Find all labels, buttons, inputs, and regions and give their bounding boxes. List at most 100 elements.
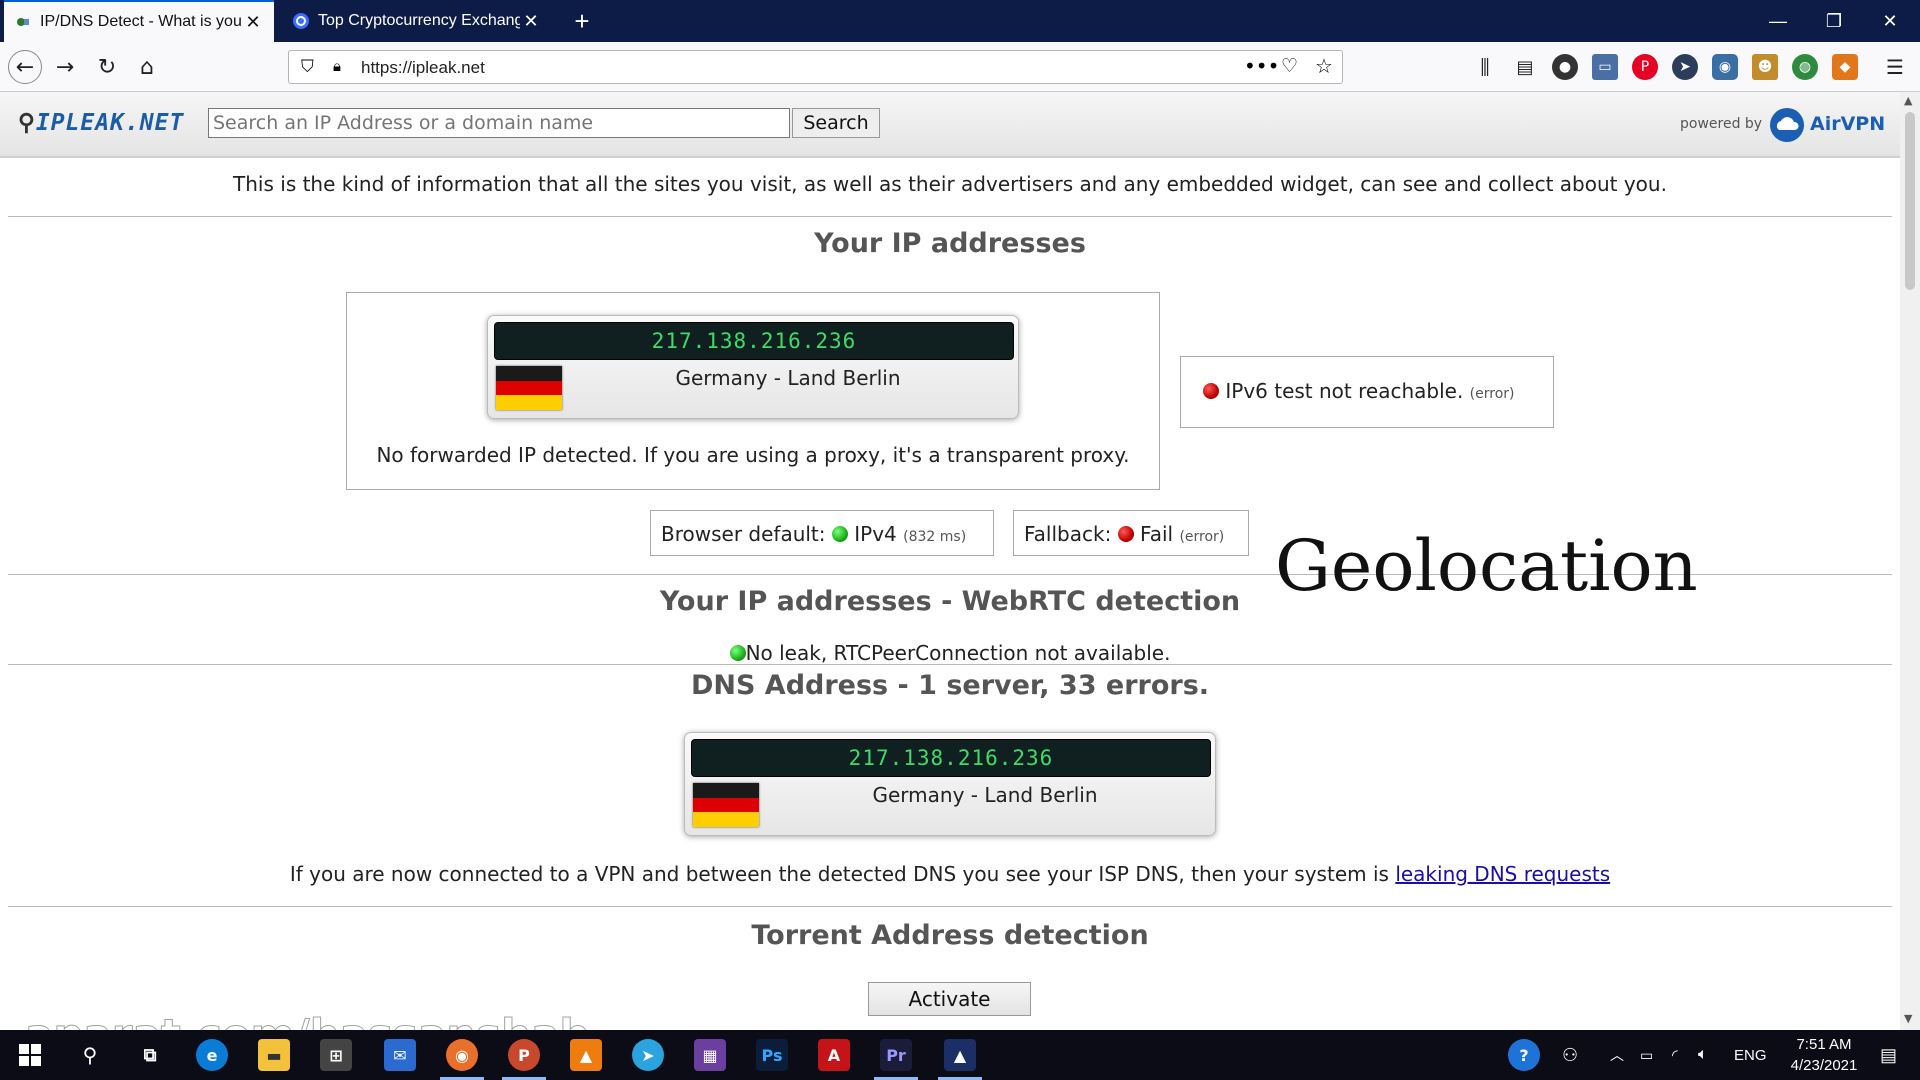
edge-icon[interactable]: e xyxy=(196,1039,228,1071)
pocket-icon[interactable]: ♡ xyxy=(1281,55,1298,77)
windows-start-icon[interactable] xyxy=(14,1039,46,1071)
webrtc-section-title: Your IP addresses - WebRTC detection xyxy=(659,586,1241,617)
dns-ip-address[interactable]: 217.138.216.236 xyxy=(691,739,1211,777)
powerpoint-icon[interactable]: P xyxy=(502,1039,546,1080)
close-tab-icon[interactable]: ✕ xyxy=(242,12,264,33)
ipv6-text: IPv6 test not reachable. xyxy=(1225,379,1464,403)
back-button[interactable]: ← xyxy=(8,50,42,84)
premiere-icon[interactable]: Pr xyxy=(874,1039,918,1080)
wifi-icon[interactable]: ◜ xyxy=(1672,1030,1678,1080)
logo-text: IPLEAK.NET xyxy=(35,110,185,136)
ip-section-title: Your IP addresses xyxy=(814,228,1086,259)
lock-icon[interactable]: 🔒︎ xyxy=(333,57,341,75)
scroll-down-icon[interactable]: ▼ xyxy=(1904,1012,1912,1025)
ok-dot-icon xyxy=(831,526,848,542)
torrent-section-title: Torrent Address detection xyxy=(751,920,1149,951)
taskbar: ⚲ ⧉ e ▬ ⊞ ✉ ◉ P ▲ ➤ ▦ Ps A Pr ▲ ? ⚇ ︿ ▭ … xyxy=(0,1030,1920,1080)
close-tab-icon[interactable]: ✕ xyxy=(520,11,542,32)
tab-ipleak[interactable]: IP/DNS Detect - What is your IP ✕ xyxy=(4,0,274,42)
restore-button[interactable]: ❐ xyxy=(1806,0,1862,42)
file-explorer-icon[interactable]: ▬ xyxy=(258,1039,290,1071)
tray-chevron-icon[interactable]: ︿ xyxy=(1610,1030,1624,1080)
forwarded-ip-note: No forwarded IP detected. If you are usi… xyxy=(376,443,1130,467)
store-icon[interactable]: ⊞ xyxy=(320,1039,352,1071)
reload-icon: ↻ xyxy=(97,54,117,80)
browser-default-label: Browser default: xyxy=(661,522,826,546)
search-input[interactable] xyxy=(208,108,790,138)
dns-section-title: DNS Address - 1 server, 33 errors. xyxy=(690,670,1210,701)
globe-extension-icon[interactable]: ◍ xyxy=(1792,54,1818,80)
camera-extension-icon[interactable]: ◉ xyxy=(1712,54,1738,80)
minimize-button[interactable]: — xyxy=(1750,0,1806,42)
dns-card: 217.138.216.236 Germany - Land Berlin xyxy=(684,732,1216,836)
task-view-icon[interactable]: ⧉ xyxy=(134,1039,166,1071)
ip-address[interactable]: 217.138.216.236 xyxy=(494,322,1014,360)
airvpn-cloud-icon[interactable] xyxy=(1770,108,1804,142)
dns-location: Germany - Land Berlin xyxy=(872,783,1098,807)
search-icon[interactable]: ⚲ xyxy=(74,1039,106,1071)
vlc-icon[interactable]: ▲ xyxy=(570,1039,602,1071)
menu-hamburger-icon[interactable]: ☰ xyxy=(1878,50,1912,84)
scroll-thumb[interactable] xyxy=(1905,112,1915,290)
webrtc-status: No leak, RTCPeerConnection not available… xyxy=(0,641,1900,665)
help-icon[interactable]: ? xyxy=(1508,1039,1540,1071)
airvpn-brand[interactable]: AirVPN xyxy=(1810,113,1885,135)
shield-icon[interactable]: ⛉ xyxy=(301,57,314,77)
back-arrow-icon: ← xyxy=(15,54,35,80)
acrobat-icon[interactable]: A xyxy=(818,1039,850,1071)
powered-by-label: powered by xyxy=(1680,116,1763,132)
search-button[interactable]: Search xyxy=(792,108,880,138)
library-icon[interactable]: ⫼ xyxy=(1468,50,1502,84)
page-scrollbar[interactable]: ▲ ▼ xyxy=(1900,92,1920,1030)
scroll-up-icon[interactable]: ▲ xyxy=(1904,94,1912,107)
photoshop-icon[interactable]: Ps xyxy=(756,1039,788,1071)
intro-text: This is the kind of information that all… xyxy=(233,172,1667,196)
home-icon: ⌂ xyxy=(140,54,154,80)
pinterest-icon[interactable]: P xyxy=(1632,54,1658,80)
cursor-extension-icon[interactable]: ➤ xyxy=(1672,54,1698,80)
forward-button[interactable]: → xyxy=(48,50,82,84)
url-bar[interactable]: ⛉ 🔒︎ https://ipleak.net ••• ♡ ☆ xyxy=(288,50,1343,84)
activate-button[interactable]: Activate xyxy=(868,982,1031,1016)
extension-card-icon[interactable]: ▭ xyxy=(1592,54,1618,80)
leaking-dns-link[interactable]: leaking DNS requests xyxy=(1395,862,1610,886)
clock[interactable]: 7:51 AM 4/23/2021 xyxy=(1776,1030,1872,1080)
ipleak-logo[interactable]: ⚲IPLEAK.NET xyxy=(18,110,184,136)
magnifier-logo-icon: ⚲ xyxy=(18,110,36,136)
bookmark-star-icon[interactable]: ☆ xyxy=(1315,54,1333,78)
account-icon[interactable]: ● xyxy=(1552,54,1578,80)
notifications-icon[interactable]: ▤ xyxy=(1880,1030,1897,1080)
ip-location: Germany - Land Berlin xyxy=(675,366,901,390)
tab-title: IP/DNS Detect - What is your IP xyxy=(40,13,242,30)
metamask-fox-icon[interactable]: ◆ xyxy=(1832,54,1858,80)
close-window-button[interactable]: ✕ xyxy=(1862,0,1918,42)
tab-strip: IP/DNS Detect - What is your IP ✕ Top Cr… xyxy=(0,0,1920,42)
face-extension-icon[interactable]: ☻ xyxy=(1752,54,1778,80)
error-dot-icon xyxy=(1203,383,1219,399)
error-dot-icon xyxy=(1117,526,1134,542)
ipv6-error: (error) xyxy=(1469,386,1515,402)
ip-card: 217.138.216.236 Germany - Land Berlin xyxy=(487,315,1019,419)
page-actions-icon[interactable]: ••• xyxy=(1244,54,1279,78)
telegram-icon[interactable]: ➤ xyxy=(632,1039,664,1071)
fallback-detail: (error) xyxy=(1179,529,1225,545)
sidebar-icon[interactable]: ▤ xyxy=(1508,50,1542,84)
battery-icon[interactable]: ▭ xyxy=(1640,1030,1653,1080)
ipv6-status: IPv6 test not reachable. (error) xyxy=(1203,379,1515,403)
vpn-app-icon[interactable]: ▲ xyxy=(938,1039,982,1080)
home-button[interactable]: ⌂ xyxy=(130,50,164,84)
language-indicator[interactable]: ENG xyxy=(1734,1030,1767,1080)
people-icon[interactable]: ⚇ xyxy=(1562,1030,1578,1080)
tab-crypto[interactable]: Top Cryptocurrency Exchanges ✕ xyxy=(282,0,552,42)
ipleak-favicon-icon xyxy=(17,18,29,26)
navigation-bar: ← → ↻ ⌂ ⛉ 🔒︎ https://ipleak.net ••• ♡ ☆ … xyxy=(0,42,1920,92)
winrar-icon[interactable]: ▦ xyxy=(694,1039,726,1071)
volume-icon[interactable]: 🔈︎ xyxy=(1698,1030,1708,1080)
mail-icon[interactable]: ✉ xyxy=(384,1039,416,1071)
firefox-icon[interactable]: ◉ xyxy=(440,1039,484,1080)
reload-button[interactable]: ↻ xyxy=(90,50,124,84)
url-text[interactable]: https://ipleak.net xyxy=(361,58,485,78)
clock-date: 4/23/2021 xyxy=(1790,1057,1858,1074)
fallback-label: Fallback: xyxy=(1024,522,1112,546)
new-tab-button[interactable]: + xyxy=(560,0,604,42)
